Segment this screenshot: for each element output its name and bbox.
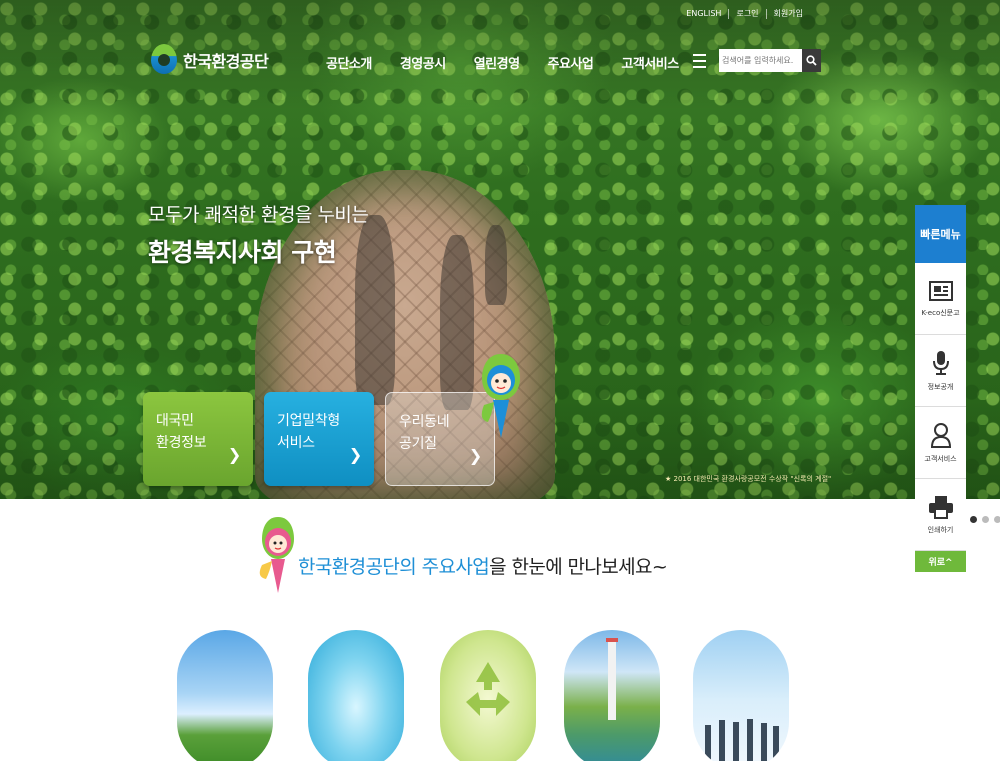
logo-icon [150, 42, 178, 78]
utility-links: ENGLISH 로그인 회원가입 [679, 8, 810, 19]
hero-headline-line1: 모두가 쾌적한 환경을 누비는 [148, 204, 369, 226]
slider-pagination [970, 516, 1000, 523]
printer-icon [928, 495, 953, 519]
quick-menu: 빠른메뉴 K-eco신문고 정보공개 고객서비스 인쇄하기 위로^ [915, 205, 966, 572]
business-thumbnail-complex[interactable] [564, 630, 660, 761]
recycle-icon [466, 662, 510, 716]
tower-icon [606, 638, 618, 720]
people-icon [705, 719, 779, 761]
business-thumbnail-recycle[interactable] [440, 630, 536, 761]
nav-item-main-business[interactable]: 주요사업 [548, 53, 594, 72]
main-nav: 공단소개 경영공시 열린경영 주요사업 고객서비스 [326, 53, 679, 72]
menu-icon[interactable] [693, 54, 706, 68]
slider-dot[interactable] [970, 516, 977, 523]
section-title: 한국환경공단의 주요사업을 한눈에 만나보세요~ [298, 556, 668, 578]
quick-menu-title: 빠른메뉴 [915, 205, 966, 263]
newspaper-icon [928, 280, 953, 301]
quick-menu-item-customer-service[interactable]: 고객서비스 [915, 407, 966, 479]
card-public-env-info[interactable]: 대국민 환경정보 ❯ [143, 392, 253, 486]
hero-headline-line2: 환경복지사회 구현 [148, 238, 337, 267]
page: ENGLISH 로그인 회원가입 한국환경공단 공단소개 경영공시 열린경영 주… [0, 0, 1000, 761]
business-thumbnail-sky[interactable] [177, 630, 273, 761]
business-thumbnail-water[interactable] [308, 630, 404, 761]
search-icon [806, 55, 817, 66]
nav-item-about[interactable]: 공단소개 [326, 53, 372, 72]
person-icon [930, 422, 951, 448]
chevron-right-icon: ❯ [468, 446, 482, 465]
nav-item-customer-service[interactable]: 고객서비스 [621, 53, 679, 72]
nav-item-disclosure[interactable]: 경영공시 [400, 53, 446, 72]
chevron-right-icon: ❯ [227, 445, 241, 464]
search-bar [719, 49, 821, 72]
slider-dot[interactable] [994, 516, 1000, 523]
nav-item-open-management[interactable]: 열린경영 [474, 53, 520, 72]
photo-credit: ★ 2016 대한민국 환경사랑공모전 수상작 "신록의 계절" [665, 475, 832, 483]
business-thumbnail-people[interactable] [693, 630, 789, 761]
logo-text: 한국환경공단 [183, 52, 269, 71]
microphone-icon [932, 350, 949, 375]
signup-link[interactable]: 회원가입 [767, 8, 810, 19]
scroll-top-button[interactable]: 위로^ [915, 551, 966, 572]
login-link[interactable]: 로그인 [729, 8, 765, 19]
quick-menu-item-keco-report[interactable]: K-eco신문고 [915, 263, 966, 335]
english-link[interactable]: ENGLISH [679, 9, 728, 18]
quick-menu-item-print[interactable]: 인쇄하기 [915, 479, 966, 551]
hero-headline: 모두가 쾌적한 환경을 누비는 환경복지사회 구현 [148, 200, 369, 269]
search-button[interactable] [802, 49, 821, 72]
chevron-right-icon: ❯ [348, 445, 362, 464]
mascot-image [481, 354, 520, 438]
quick-menu-item-info-disclosure[interactable]: 정보공개 [915, 335, 966, 407]
site-logo[interactable]: 한국환경공단 [150, 42, 269, 78]
section-mascot-image [259, 517, 294, 593]
search-input[interactable] [719, 49, 802, 72]
card-business-service[interactable]: 기업밀착형 서비스 ❯ [264, 392, 374, 486]
slider-dot[interactable] [982, 516, 989, 523]
